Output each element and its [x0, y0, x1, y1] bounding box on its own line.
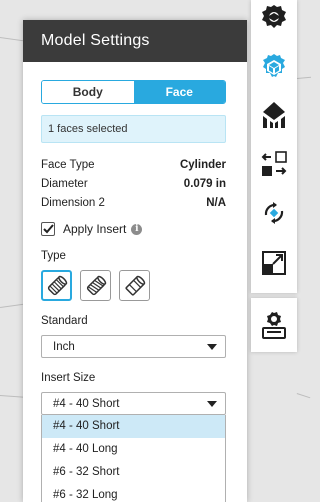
arrange-icon [261, 151, 287, 176]
print-settings-icon [262, 312, 286, 339]
insert-size-select[interactable]: #4 - 40 Short [41, 392, 226, 415]
tab-body[interactable]: Body [42, 81, 134, 103]
insert-type-heatset-button[interactable] [119, 270, 150, 301]
chevron-down-icon [207, 400, 217, 407]
dropdown-option[interactable]: #4 - 40 Short [42, 415, 225, 438]
checkmark-icon [42, 224, 54, 234]
settings-gear-icon [262, 5, 286, 28]
model-settings-cube-icon [263, 54, 285, 77]
property-name: Dimension 2 [41, 196, 105, 209]
print-settings-button[interactable] [251, 302, 297, 348]
model-settings-panel: Model Settings Body Face 1 faces selecte… [23, 20, 247, 502]
type-label: Type [41, 250, 66, 262]
scale-button[interactable] [251, 240, 297, 286]
background-line [297, 76, 312, 79]
apply-insert-label: Apply Insert [63, 222, 127, 236]
arrange-button[interactable] [251, 141, 297, 187]
panel-title: Model Settings [23, 20, 247, 62]
threaded-insert-icon [86, 275, 106, 295]
standard-select[interactable]: Inch [41, 335, 226, 358]
standard-label: Standard [41, 315, 88, 327]
secondary-toolbar [251, 298, 297, 352]
info-icon[interactable]: i [131, 223, 143, 235]
standard-value: Inch [53, 340, 75, 353]
property-row: Diameter 0.079 in [41, 174, 226, 193]
property-name: Face Type [41, 158, 95, 171]
apply-insert-checkbox[interactable] [41, 222, 55, 236]
model-settings-button[interactable] [251, 44, 297, 90]
orient-icon [264, 202, 284, 224]
property-value: Cylinder [179, 158, 226, 171]
settings-gear-button[interactable] [251, 0, 297, 40]
supports-icon [263, 102, 285, 128]
property-value: 0.079 in [183, 177, 226, 190]
insert-size-label: Insert Size [41, 372, 96, 384]
supports-button[interactable] [251, 92, 297, 138]
insert-type-knurled-button[interactable] [41, 270, 72, 301]
chevron-down-icon [207, 343, 217, 350]
property-row: Face Type Cylinder [41, 155, 226, 174]
scale-icon [262, 251, 286, 275]
background-line [296, 393, 311, 399]
tab-face[interactable]: Face [133, 81, 225, 103]
face-properties: Face Type Cylinder Diameter 0.079 in Dim… [41, 155, 226, 212]
dropdown-option[interactable]: #4 - 40 Long [42, 438, 225, 461]
selection-status: 1 faces selected [41, 115, 226, 143]
knurled-insert-icon [47, 275, 67, 295]
property-name: Diameter [41, 177, 88, 190]
body-face-toggle: Body Face [41, 80, 226, 104]
right-toolbar [251, 0, 297, 293]
orient-button[interactable] [251, 190, 297, 236]
insert-size-options: #4 - 40 Short #4 - 40 Long #6 - 32 Short… [41, 415, 226, 502]
heatset-insert-icon [124, 275, 145, 296]
insert-size-value: #4 - 40 Short [53, 397, 120, 410]
apply-insert-row: Apply Insert i [41, 218, 247, 240]
insert-type-options [41, 270, 247, 301]
insert-type-threaded-button[interactable] [80, 270, 111, 301]
dropdown-option[interactable]: #6 - 32 Long [42, 484, 225, 502]
property-row: Dimension 2 N/A [41, 193, 226, 212]
property-value: N/A [206, 196, 226, 209]
dropdown-option[interactable]: #6 - 32 Short [42, 461, 225, 484]
